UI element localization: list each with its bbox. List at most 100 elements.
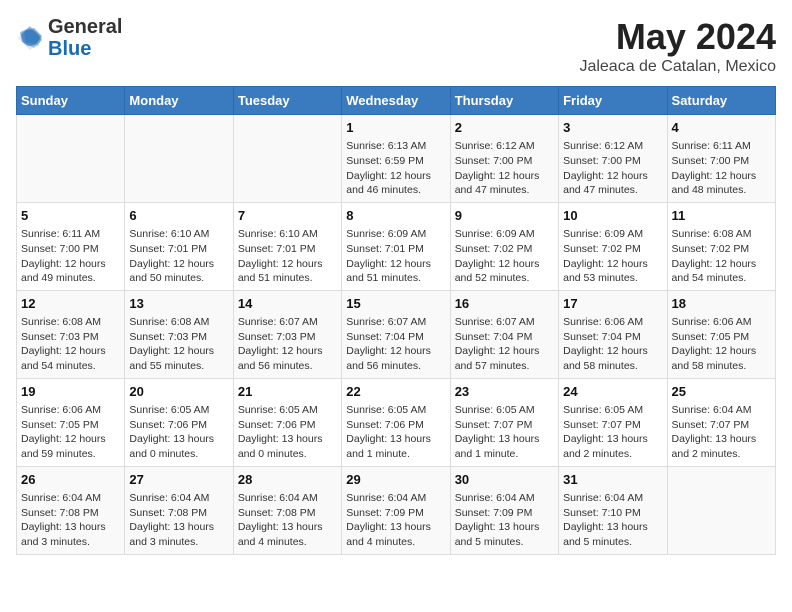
day-header-tuesday: Tuesday [233,87,341,115]
day-number: 29 [346,471,445,489]
day-number: 10 [563,207,662,225]
calendar-cell: 1 Sunrise: 6:13 AM Sunset: 6:59 PM Daylig… [342,115,450,203]
day-number: 27 [129,471,228,489]
day-number: 5 [21,207,120,225]
day-number: 31 [563,471,662,489]
day-number: 19 [21,383,120,401]
calendar-cell: 15 Sunrise: 6:07 AM Sunset: 7:04 PM Dayli… [342,290,450,378]
day-header-sunday: Sunday [17,87,125,115]
day-info: Sunrise: 6:05 AM Sunset: 7:07 PM Dayligh… [455,403,554,462]
day-number: 4 [672,119,771,137]
day-info: Sunrise: 6:04 AM Sunset: 7:10 PM Dayligh… [563,491,662,550]
calendar-cell: 28 Sunrise: 6:04 AM Sunset: 7:08 PM Dayli… [233,466,341,554]
location-title: Jaleaca de Catalan, Mexico [579,58,776,76]
day-info: Sunrise: 6:09 AM Sunset: 7:02 PM Dayligh… [563,227,662,286]
calendar-week-3: 12 Sunrise: 6:08 AM Sunset: 7:03 PM Dayli… [17,290,776,378]
calendar-week-1: 1 Sunrise: 6:13 AM Sunset: 6:59 PM Daylig… [17,115,776,203]
day-info: Sunrise: 6:06 AM Sunset: 7:05 PM Dayligh… [21,403,120,462]
calendar-cell: 5 Sunrise: 6:11 AM Sunset: 7:00 PM Daylig… [17,202,125,290]
day-info: Sunrise: 6:07 AM Sunset: 7:04 PM Dayligh… [455,315,554,374]
page-header: General Blue May 2024 Jaleaca de Catalan… [16,16,776,76]
calendar-cell: 7 Sunrise: 6:10 AM Sunset: 7:01 PM Daylig… [233,202,341,290]
calendar-cell: 22 Sunrise: 6:05 AM Sunset: 7:06 PM Dayli… [342,378,450,466]
day-info: Sunrise: 6:04 AM Sunset: 7:08 PM Dayligh… [21,491,120,550]
calendar-week-4: 19 Sunrise: 6:06 AM Sunset: 7:05 PM Dayli… [17,378,776,466]
day-info: Sunrise: 6:05 AM Sunset: 7:06 PM Dayligh… [129,403,228,462]
day-info: Sunrise: 6:13 AM Sunset: 6:59 PM Dayligh… [346,139,445,198]
day-number: 28 [238,471,337,489]
calendar-cell: 16Sunrise: 6:07 AM Sunset: 7:04 PM Dayli… [450,290,558,378]
day-number: 17 [563,295,662,313]
calendar-cell: 8 Sunrise: 6:09 AM Sunset: 7:01 PM Daylig… [342,202,450,290]
day-number: 3 [563,119,662,137]
day-number: 20 [129,383,228,401]
calendar-cell: 13Sunrise: 6:08 AM Sunset: 7:03 PM Dayli… [125,290,233,378]
day-info: Sunrise: 6:07 AM Sunset: 7:04 PM Dayligh… [346,315,445,374]
day-info: Sunrise: 6:12 AM Sunset: 7:00 PM Dayligh… [563,139,662,198]
calendar-cell: 31 Sunrise: 6:04 AM Sunset: 7:10 PM Dayli… [559,466,667,554]
day-info: Sunrise: 6:07 AM Sunset: 7:03 PM Dayligh… [238,315,337,374]
day-header-friday: Friday [559,87,667,115]
calendar-cell: 29 Sunrise: 6:04 AM Sunset: 7:09 PM Dayli… [342,466,450,554]
day-number: 1 [346,119,445,137]
calendar-header-row: SundayMondayTuesdayWednesdayThursdayFrid… [17,87,776,115]
calendar-cell: 23Sunrise: 6:05 AM Sunset: 7:07 PM Dayli… [450,378,558,466]
calendar-cell: 27 Sunrise: 6:04 AM Sunset: 7:08 PM Dayli… [125,466,233,554]
day-info: Sunrise: 6:05 AM Sunset: 7:06 PM Dayligh… [238,403,337,462]
day-number: 8 [346,207,445,225]
day-number: 7 [238,207,337,225]
calendar-cell: 17Sunrise: 6:06 AM Sunset: 7:04 PM Dayli… [559,290,667,378]
day-header-saturday: Saturday [667,87,775,115]
calendar-cell: 9 Sunrise: 6:09 AM Sunset: 7:02 PM Daylig… [450,202,558,290]
day-info: Sunrise: 6:05 AM Sunset: 7:07 PM Dayligh… [563,403,662,462]
logo-icon [16,24,44,52]
day-info: Sunrise: 6:04 AM Sunset: 7:08 PM Dayligh… [238,491,337,550]
day-number: 11 [672,207,771,225]
logo-blue: Blue [48,38,91,60]
calendar-cell: 2Sunrise: 6:12 AM Sunset: 7:00 PM Daylig… [450,115,558,203]
day-number: 21 [238,383,337,401]
day-header-thursday: Thursday [450,87,558,115]
calendar-table: SundayMondayTuesdayWednesdayThursdayFrid… [16,86,776,555]
calendar-cell: 24 Sunrise: 6:05 AM Sunset: 7:07 PM Dayli… [559,378,667,466]
day-info: Sunrise: 6:09 AM Sunset: 7:01 PM Dayligh… [346,227,445,286]
day-info: Sunrise: 6:08 AM Sunset: 7:03 PM Dayligh… [21,315,120,374]
calendar-cell: 3 Sunrise: 6:12 AM Sunset: 7:00 PM Daylig… [559,115,667,203]
day-number: 6 [129,207,228,225]
calendar-cell: 19 Sunrise: 6:06 AM Sunset: 7:05 PM Dayli… [17,378,125,466]
day-number: 26 [21,471,120,489]
calendar-cell: 20 Sunrise: 6:05 AM Sunset: 7:06 PM Dayli… [125,378,233,466]
day-number: 13 [129,295,228,313]
logo-general: General [48,16,122,38]
day-info: Sunrise: 6:09 AM Sunset: 7:02 PM Dayligh… [455,227,554,286]
calendar-week-5: 26 Sunrise: 6:04 AM Sunset: 7:08 PM Dayli… [17,466,776,554]
day-info: Sunrise: 6:04 AM Sunset: 7:08 PM Dayligh… [129,491,228,550]
day-info: Sunrise: 6:10 AM Sunset: 7:01 PM Dayligh… [129,227,228,286]
calendar-cell: 10 Sunrise: 6:09 AM Sunset: 7:02 PM Dayli… [559,202,667,290]
day-number: 15 [346,295,445,313]
day-number: 9 [455,207,554,225]
day-number: 14 [238,295,337,313]
month-title: May 2024 [579,16,776,58]
day-number: 22 [346,383,445,401]
calendar-cell [125,115,233,203]
day-number: 30 [455,471,554,489]
logo-text: General Blue [48,16,122,60]
calendar-cell: 25Sunrise: 6:04 AM Sunset: 7:07 PM Dayli… [667,378,775,466]
day-info: Sunrise: 6:04 AM Sunset: 7:09 PM Dayligh… [455,491,554,550]
day-number: 24 [563,383,662,401]
calendar-cell [667,466,775,554]
day-number: 25 [672,383,771,401]
day-info: Sunrise: 6:05 AM Sunset: 7:06 PM Dayligh… [346,403,445,462]
day-info: Sunrise: 6:10 AM Sunset: 7:01 PM Dayligh… [238,227,337,286]
calendar-cell [233,115,341,203]
calendar-cell: 6 Sunrise: 6:10 AM Sunset: 7:01 PM Daylig… [125,202,233,290]
day-header-monday: Monday [125,87,233,115]
day-info: Sunrise: 6:12 AM Sunset: 7:00 PM Dayligh… [455,139,554,198]
calendar-cell: 21 Sunrise: 6:05 AM Sunset: 7:06 PM Dayli… [233,378,341,466]
day-info: Sunrise: 6:11 AM Sunset: 7:00 PM Dayligh… [21,227,120,286]
calendar-week-2: 5 Sunrise: 6:11 AM Sunset: 7:00 PM Daylig… [17,202,776,290]
title-block: May 2024 Jaleaca de Catalan, Mexico [579,16,776,76]
day-info: Sunrise: 6:04 AM Sunset: 7:09 PM Dayligh… [346,491,445,550]
day-number: 12 [21,295,120,313]
